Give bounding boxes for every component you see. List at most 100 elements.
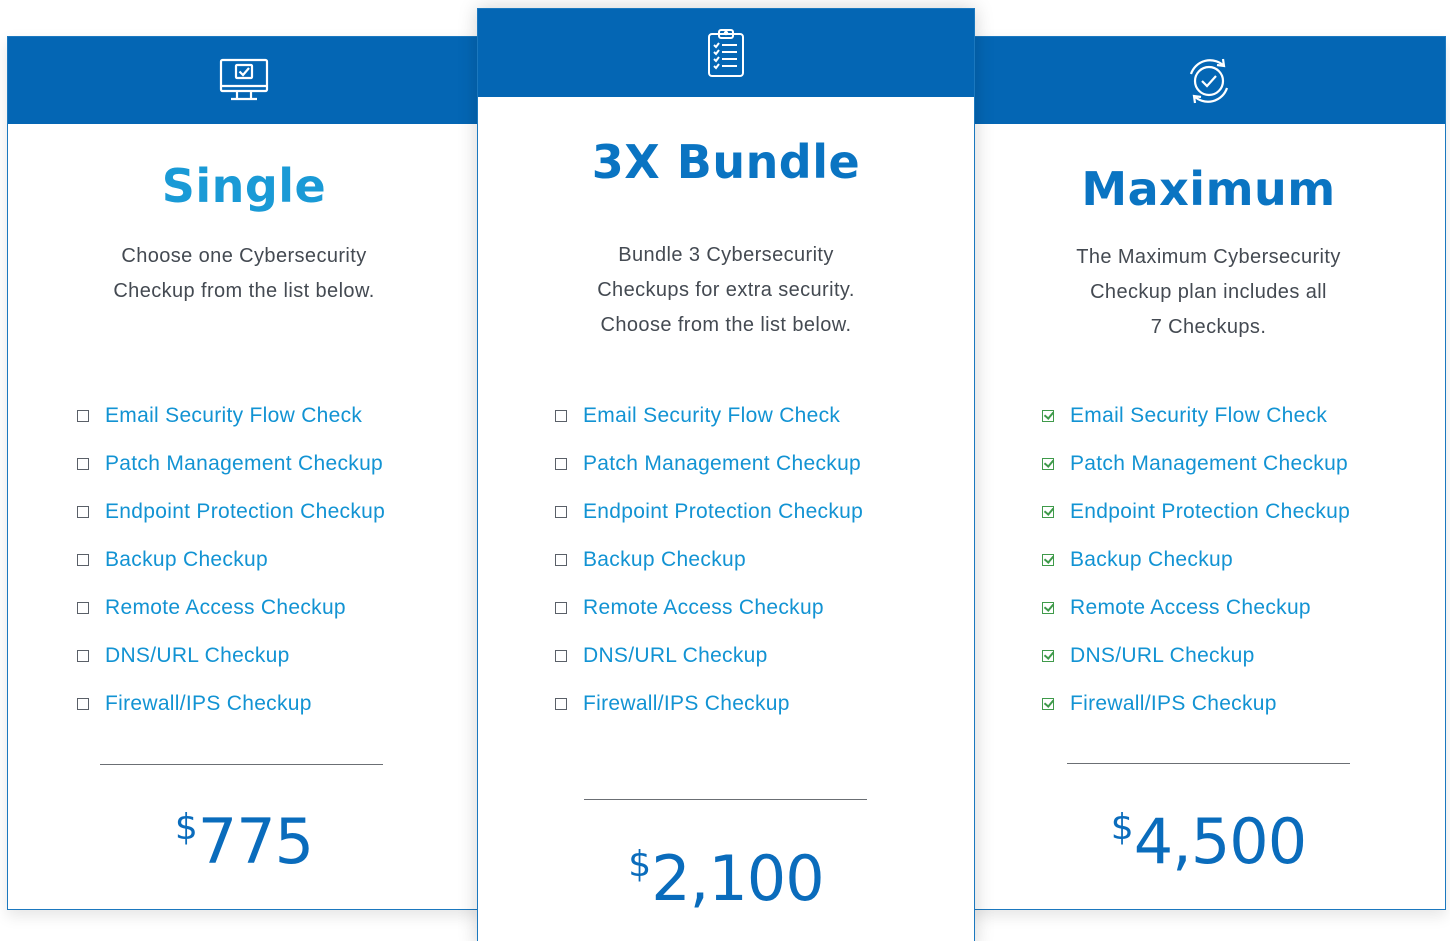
price-amount: 775: [197, 805, 314, 878]
price-amount: 4,500: [1133, 805, 1307, 878]
feature-item[interactable]: DNS/URL Checkup: [555, 632, 863, 680]
plan-description-line: The Maximum Cybersecurity: [1076, 246, 1341, 268]
checkbox-icon[interactable]: [77, 506, 89, 518]
feature-label: Remote Access Checkup: [1070, 596, 1311, 619]
plan-card-bundle: 3X Bundle Bundle 3 Cybersecurity Checkup…: [477, 8, 975, 941]
divider: [100, 764, 383, 765]
feature-label: Endpoint Protection Checkup: [583, 500, 864, 523]
plan-card-single: Single Choose one Cybersecurity Checkup …: [7, 36, 481, 910]
plan-price: $775: [8, 805, 480, 878]
feature-item[interactable]: Patch Management Checkup: [77, 440, 385, 488]
feature-list: Email Security Flow Check Patch Manageme…: [555, 392, 863, 728]
currency-symbol: $: [174, 807, 198, 848]
checkbox-icon[interactable]: [77, 698, 89, 710]
checked-checkbox-icon[interactable]: [1042, 458, 1054, 470]
feature-label: Remote Access Checkup: [583, 596, 824, 619]
feature-item[interactable]: Email Security Flow Check: [77, 392, 385, 440]
plan-price: $2,100: [478, 842, 974, 915]
feature-label: Email Security Flow Check: [105, 404, 363, 427]
feature-item[interactable]: Remote Access Checkup: [77, 584, 385, 632]
divider: [1067, 763, 1350, 764]
checked-checkbox-icon[interactable]: [1042, 506, 1054, 518]
feature-label: Endpoint Protection Checkup: [105, 500, 386, 523]
checkbox-icon[interactable]: [77, 554, 89, 566]
currency-symbol: $: [628, 844, 652, 885]
feature-label: Firewall/IPS Checkup: [1070, 692, 1277, 715]
feature-item[interactable]: Firewall/IPS Checkup: [555, 680, 863, 728]
plan-price: $4,500: [972, 805, 1445, 878]
plan-description: Choose one Cybersecurity Checkup from th…: [48, 239, 440, 309]
checked-checkbox-icon[interactable]: [1042, 554, 1054, 566]
currency-symbol: $: [1110, 807, 1134, 848]
plan-description-line: Bundle 3 Cybersecurity: [618, 244, 834, 266]
checked-checkbox-icon[interactable]: [1042, 602, 1054, 614]
checkbox-icon[interactable]: [555, 602, 567, 614]
plan-header-band: [972, 37, 1445, 124]
feature-item[interactable]: Endpoint Protection Checkup: [1042, 488, 1350, 536]
checkbox-icon[interactable]: [77, 458, 89, 470]
feature-item[interactable]: Email Security Flow Check: [555, 392, 863, 440]
feature-label: DNS/URL Checkup: [105, 644, 290, 667]
checkbox-icon[interactable]: [77, 602, 89, 614]
feature-item[interactable]: DNS/URL Checkup: [77, 632, 385, 680]
monitor-check-icon: [219, 58, 269, 104]
plan-description: The Maximum Cybersecurity Checkup plan i…: [1012, 240, 1405, 345]
feature-item[interactable]: Patch Management Checkup: [1042, 440, 1350, 488]
feature-label: DNS/URL Checkup: [583, 644, 768, 667]
feature-label: Backup Checkup: [583, 548, 746, 571]
price-amount: 2,100: [651, 842, 824, 915]
plan-card-maximum: Maximum The Maximum Cybersecurity Checku…: [971, 36, 1446, 910]
checkbox-icon[interactable]: [555, 554, 567, 566]
clipboard-checklist-icon: [706, 27, 746, 79]
feature-label: Patch Management Checkup: [105, 452, 384, 475]
feature-item[interactable]: Firewall/IPS Checkup: [77, 680, 385, 728]
plan-header-band: [478, 9, 974, 97]
plan-title: 3X Bundle: [591, 135, 861, 189]
plan-description-line: Checkups for extra security.: [597, 279, 855, 301]
plan-description-line: Choose one Cybersecurity: [121, 245, 367, 267]
feature-item[interactable]: Endpoint Protection Checkup: [77, 488, 385, 536]
checked-checkbox-icon[interactable]: [1042, 698, 1054, 710]
plan-header-band: [8, 37, 480, 124]
plan-description-line: Choose from the list below.: [600, 314, 852, 336]
feature-label: Firewall/IPS Checkup: [105, 692, 312, 715]
feature-item[interactable]: Remote Access Checkup: [1042, 584, 1350, 632]
feature-label: Patch Management Checkup: [1070, 452, 1349, 475]
feature-label: Remote Access Checkup: [105, 596, 346, 619]
feature-item[interactable]: DNS/URL Checkup: [1042, 632, 1350, 680]
pricing-section: Single Choose one Cybersecurity Checkup …: [0, 0, 1450, 941]
plan-title: Single: [161, 159, 327, 213]
divider: [584, 799, 867, 800]
feature-list: Email Security Flow Check Patch Manageme…: [77, 392, 385, 728]
checkbox-icon[interactable]: [555, 410, 567, 422]
feature-item[interactable]: Firewall/IPS Checkup: [1042, 680, 1350, 728]
feature-label: Endpoint Protection Checkup: [1070, 500, 1351, 523]
checkbox-icon[interactable]: [555, 650, 567, 662]
checkbox-icon[interactable]: [555, 506, 567, 518]
feature-label: Patch Management Checkup: [583, 452, 862, 475]
checkbox-icon[interactable]: [77, 650, 89, 662]
checkbox-icon[interactable]: [555, 698, 567, 710]
feature-item[interactable]: Endpoint Protection Checkup: [555, 488, 863, 536]
feature-label: Email Security Flow Check: [1070, 404, 1328, 427]
checkbox-icon[interactable]: [77, 410, 89, 422]
checked-checkbox-icon[interactable]: [1042, 410, 1054, 422]
feature-item[interactable]: Backup Checkup: [555, 536, 863, 584]
feature-item[interactable]: Remote Access Checkup: [555, 584, 863, 632]
plan-description-line: 7 Checkups.: [1150, 316, 1267, 338]
plan-title: Maximum: [1081, 162, 1336, 216]
feature-label: Backup Checkup: [1070, 548, 1233, 571]
feature-item[interactable]: Patch Management Checkup: [555, 440, 863, 488]
plan-description-line: Checkup from the list below.: [113, 280, 375, 302]
feature-item[interactable]: Backup Checkup: [1042, 536, 1350, 584]
feature-item[interactable]: Backup Checkup: [77, 536, 385, 584]
plan-description-line: Checkup plan includes all: [1090, 281, 1327, 303]
checked-checkbox-icon[interactable]: [1042, 650, 1054, 662]
refresh-check-icon: [1182, 54, 1236, 108]
feature-label: Firewall/IPS Checkup: [583, 692, 790, 715]
feature-label: Backup Checkup: [105, 548, 268, 571]
feature-list: Email Security Flow Check Patch Manageme…: [1042, 392, 1350, 728]
checkbox-icon[interactable]: [555, 458, 567, 470]
plan-description: Bundle 3 Cybersecurity Checkups for extr…: [518, 238, 934, 343]
feature-item[interactable]: Email Security Flow Check: [1042, 392, 1350, 440]
